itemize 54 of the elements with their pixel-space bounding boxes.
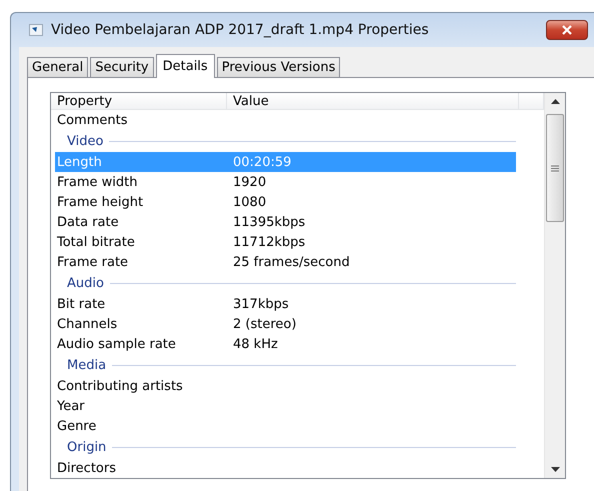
property-name: Total bitrate	[56, 234, 136, 250]
group-header: Media	[67, 358, 106, 372]
group-header: Origin	[67, 440, 106, 454]
property-row[interactable]: Audio sample rate 48 kHz	[55, 334, 516, 354]
property-value: 11395kbps	[233, 214, 306, 230]
column-header[interactable]: Property	[51, 93, 227, 109]
property-row[interactable]: Directors	[55, 458, 516, 478]
property-name: Year	[56, 398, 86, 414]
property-row[interactable]: Frame rate 25 frames/second	[55, 252, 516, 272]
property-name: Frame rate	[56, 254, 130, 270]
scroll-thumb[interactable]	[546, 114, 564, 222]
scroll-down-icon[interactable]	[550, 467, 560, 472]
tab[interactable]: Security	[90, 57, 154, 77]
property-name: Channels	[56, 316, 118, 332]
property-name: Bit rate	[56, 296, 106, 312]
property-row[interactable]: Genre	[55, 416, 516, 436]
property-value: 25 frames/second	[233, 254, 350, 270]
property-row[interactable]: Year	[55, 396, 516, 416]
tab[interactable]: Details	[156, 54, 215, 78]
property-row[interactable]: Bit rate 317kbps	[55, 294, 516, 314]
property-name: Frame width	[56, 174, 138, 190]
property-value: 00:20:59	[233, 154, 292, 170]
property-value: 1080	[233, 194, 266, 210]
property-name: Contributing artists	[56, 378, 184, 394]
tab[interactable]: General	[27, 57, 88, 77]
property-row[interactable]: Contributing artists	[55, 376, 516, 396]
property-name: Frame height	[56, 194, 144, 210]
property-row[interactable]: Frame height 1080	[55, 192, 516, 212]
property-name: Data rate	[56, 214, 120, 230]
property-row[interactable]: Comments	[55, 110, 516, 130]
property-value: 48 kHz	[233, 336, 278, 352]
property-name: Comments	[56, 112, 128, 128]
tab[interactable]: Previous Versions	[216, 57, 340, 77]
video-file-icon	[29, 23, 43, 37]
window-title: Video Pembelajaran ADP 2017_draft 1.mp4 Properties	[51, 22, 429, 38]
property-name: Genre	[56, 418, 98, 434]
property-value: 1920	[233, 174, 266, 190]
property-row[interactable]: Total bitrate 11712kbps	[55, 232, 516, 252]
column-header[interactable]: Value	[227, 93, 519, 109]
property-row[interactable]: Channels 2 (stereo)	[55, 314, 516, 334]
property-row[interactable]: Data rate 11395kbps	[55, 212, 516, 232]
property-name: Audio sample rate	[56, 336, 177, 352]
scrollbar[interactable]	[544, 93, 565, 478]
property-row[interactable]: Frame width 1920	[55, 172, 516, 192]
property-value: 11712kbps	[233, 234, 306, 250]
property-name: Length	[56, 154, 103, 170]
close-icon[interactable]	[561, 25, 573, 35]
group-header: Video	[67, 134, 104, 148]
group-header: Audio	[67, 276, 104, 290]
property-value: 317kbps	[233, 296, 289, 312]
close-button[interactable]	[546, 20, 588, 40]
property-value: 2 (stereo)	[233, 316, 296, 332]
scroll-up-icon[interactable]	[550, 99, 560, 104]
property-name: Directors	[56, 460, 117, 476]
